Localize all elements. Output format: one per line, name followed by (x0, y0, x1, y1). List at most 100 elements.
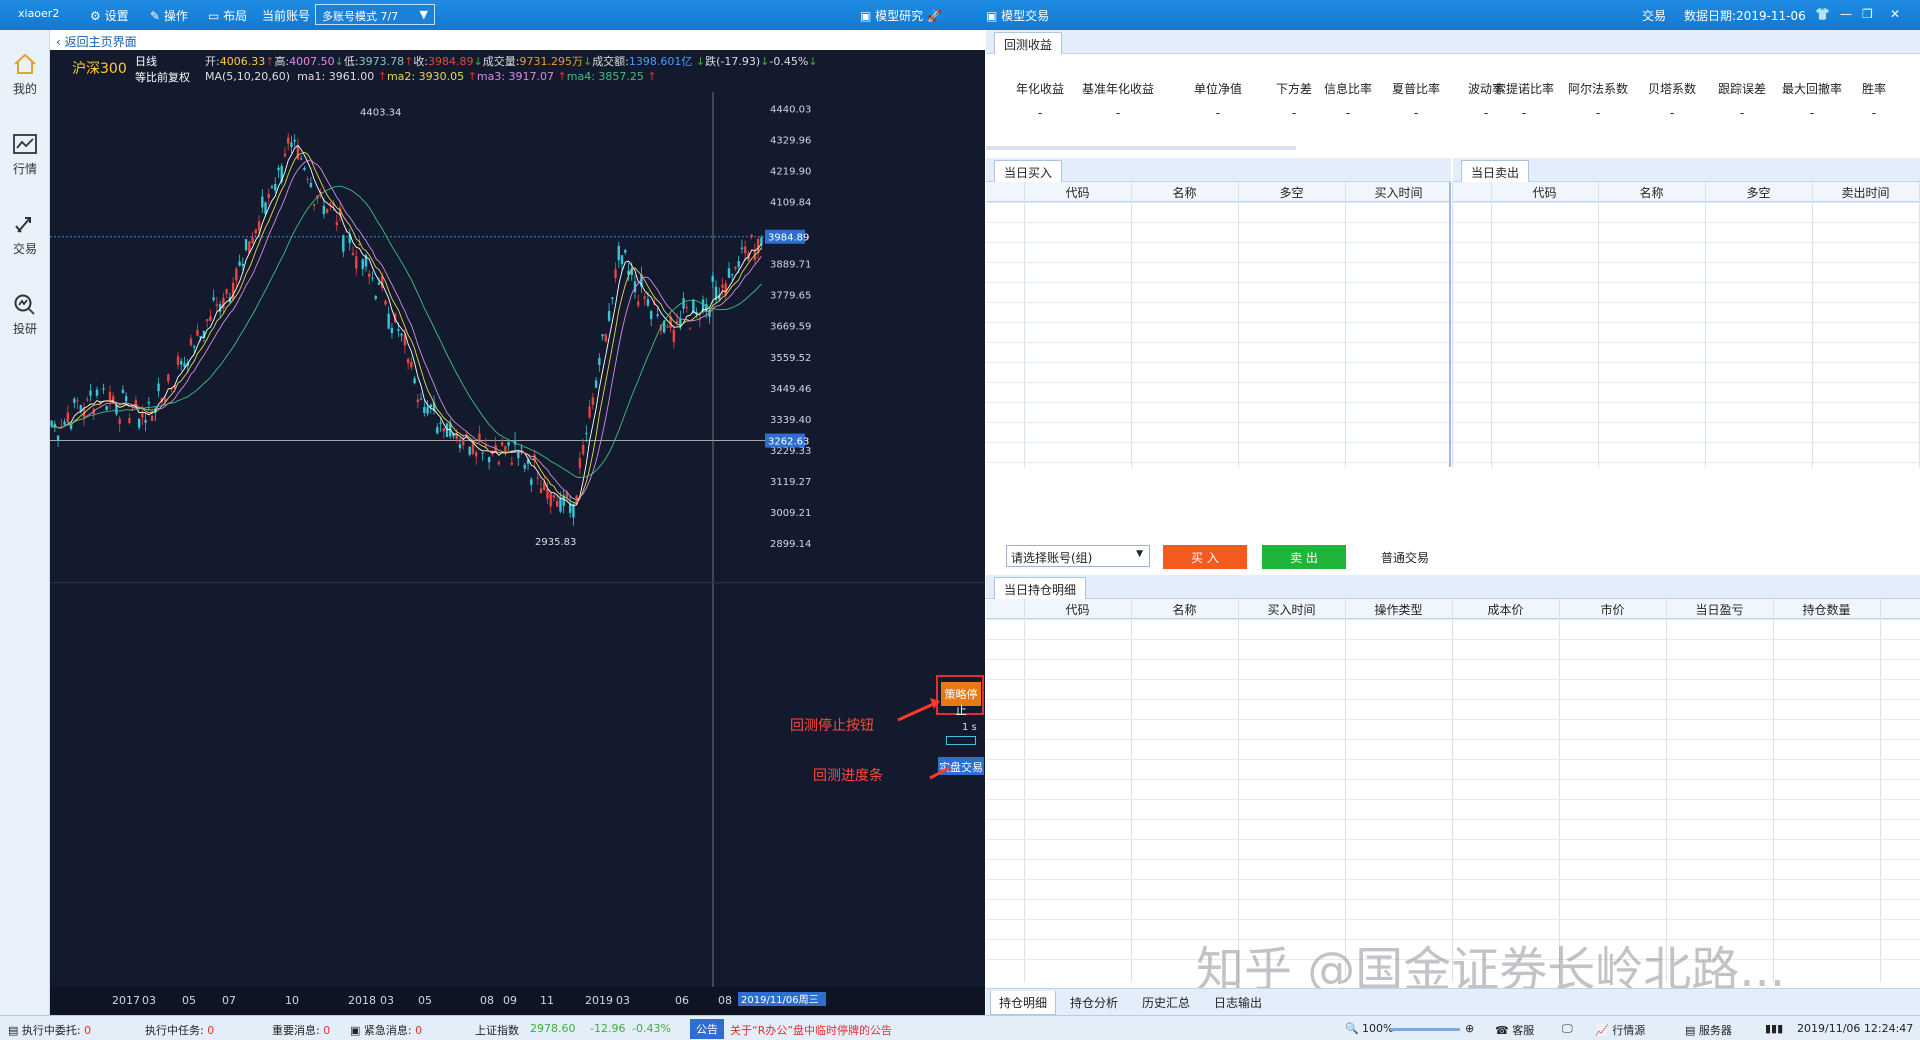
table-row[interactable] (986, 799, 1920, 800)
table-row[interactable] (986, 839, 1920, 840)
table-row[interactable] (986, 382, 1449, 383)
pending-orders[interactable]: ▤ 执行中委托: 0 (8, 1022, 91, 1038)
account-mode-select[interactable]: 多账号模式 7/7 ▼ (315, 4, 435, 25)
monitor-icon[interactable]: 🖵 (1562, 1022, 1573, 1036)
zoom-slider[interactable] (1390, 1028, 1460, 1031)
server-link[interactable]: ▤ 服务器 (1685, 1022, 1732, 1038)
kline-svg[interactable]: 4440.03 4329.96 4219.90 4109.84 3889.71 3779.… (50, 92, 985, 1015)
table-row[interactable] (986, 442, 1449, 443)
column-header[interactable]: 买入时间 (1238, 601, 1345, 618)
column-header[interactable]: 多空 (1705, 184, 1812, 201)
model-research-tab[interactable]: ▣ 模型研究 🚀 (860, 7, 942, 24)
table-row[interactable] (1453, 442, 1920, 443)
table-row[interactable] (986, 639, 1920, 640)
settings-menu[interactable]: ⚙ 设置 (90, 7, 129, 24)
table-row[interactable] (986, 619, 1920, 620)
table-row[interactable] (1453, 382, 1920, 383)
tab-analysis[interactable]: 持仓分析 (1062, 991, 1126, 1014)
table-row[interactable] (986, 462, 1449, 463)
table-row[interactable] (986, 879, 1920, 880)
service-link[interactable]: ☎ 客服 (1495, 1022, 1534, 1038)
column-header[interactable]: 当日盈亏 (1666, 601, 1773, 618)
operate-menu[interactable]: ✎ 操作 (150, 7, 188, 24)
normal-trade-link[interactable]: 普通交易 (1381, 549, 1429, 566)
buy-button[interactable]: 买 入 (1163, 545, 1247, 569)
important-messages[interactable]: 重要消息: 0 (272, 1022, 330, 1038)
table-row[interactable] (1453, 322, 1920, 323)
layout-menu[interactable]: ▭ 布局 (208, 7, 247, 24)
table-row[interactable] (986, 919, 1920, 920)
table-row[interactable] (1453, 462, 1920, 463)
nav-trade[interactable]: 交易 (0, 200, 50, 270)
table-row[interactable] (986, 819, 1920, 820)
tab-today-buy[interactable]: 当日买入 (994, 160, 1063, 182)
zoom-out-icon[interactable]: 🔍 (1345, 1022, 1359, 1035)
table-row[interactable] (1453, 362, 1920, 363)
quote-source-link[interactable]: 📈 行情源 (1595, 1022, 1645, 1038)
column-header[interactable]: 卖出时间 (1812, 184, 1919, 201)
table-row[interactable] (986, 262, 1449, 263)
column-header[interactable]: 持仓数量 (1773, 601, 1880, 618)
nav-quotes[interactable]: 行情 (0, 120, 50, 190)
table-row[interactable] (986, 719, 1920, 720)
back-to-home-link[interactable]: ‹ 返回主页界面 (50, 30, 985, 50)
table-row[interactable] (1453, 402, 1920, 403)
restore-icon[interactable]: ❐ (1862, 7, 1873, 21)
model-trade-tab[interactable]: ▣ 模型交易 (986, 7, 1049, 24)
running-tasks[interactable]: 执行中任务: 0 (145, 1022, 214, 1038)
shirt-icon[interactable]: 👕 (1815, 7, 1830, 21)
table-row[interactable] (1453, 422, 1920, 423)
column-header[interactable]: 多空 (1238, 184, 1345, 201)
column-header[interactable]: 代码 (1024, 601, 1131, 618)
tab-log[interactable]: 日志输出 (1206, 991, 1270, 1014)
table-row[interactable] (986, 342, 1449, 343)
account-select[interactable]: 请选择账号(组) ▼ (1006, 545, 1150, 567)
table-row[interactable] (986, 202, 1449, 203)
column-header[interactable]: 代码 (1491, 184, 1598, 201)
trade-menu[interactable]: 交易 (1642, 7, 1666, 24)
table-row[interactable] (986, 699, 1920, 700)
column-header[interactable]: 操作类型 (1345, 601, 1452, 618)
table-row[interactable] (986, 859, 1920, 860)
table-row[interactable] (986, 242, 1449, 243)
zoom-in-icon[interactable]: ⊕ (1465, 1022, 1474, 1035)
metrics-scrollbar[interactable] (986, 146, 1296, 150)
table-row[interactable] (1453, 262, 1920, 263)
table-row[interactable] (1453, 202, 1920, 203)
column-header[interactable]: 成本价 (1452, 601, 1559, 618)
table-row[interactable] (1453, 222, 1920, 223)
table-row[interactable] (986, 322, 1449, 323)
table-row[interactable] (986, 759, 1920, 760)
table-row[interactable] (986, 402, 1449, 403)
column-header[interactable]: 名称 (1131, 184, 1238, 201)
sell-button[interactable]: 卖 出 (1262, 545, 1346, 569)
tab-today-positions[interactable]: 当日持仓明细 (994, 577, 1087, 599)
column-header[interactable]: 买入时间 (1345, 184, 1452, 201)
table-row[interactable] (986, 222, 1449, 223)
notice-text[interactable]: 关于“R办公”盘中临时停牌的公告 (730, 1022, 892, 1038)
tab-positions[interactable]: 持仓明细 (990, 991, 1057, 1015)
tab-backtest-returns[interactable]: 回测收益 (994, 32, 1063, 54)
table-row[interactable] (1453, 342, 1920, 343)
nav-research[interactable]: 投研 (0, 280, 50, 350)
table-row[interactable] (986, 362, 1449, 363)
table-row[interactable] (986, 422, 1449, 423)
minimize-icon[interactable]: — (1840, 7, 1852, 21)
table-row[interactable] (986, 679, 1920, 680)
table-row[interactable] (986, 739, 1920, 740)
tab-today-sell[interactable]: 当日卖出 (1461, 160, 1530, 182)
table-row[interactable] (986, 899, 1920, 900)
table-row[interactable] (1453, 282, 1920, 283)
column-header[interactable]: 市价 (1559, 601, 1666, 618)
column-header[interactable]: 名称 (1131, 601, 1238, 618)
urgent-messages[interactable]: ▣ 紧急消息: 0 (350, 1022, 422, 1038)
column-header[interactable]: 代码 (1024, 184, 1131, 201)
table-row[interactable] (986, 779, 1920, 780)
nav-mine[interactable]: 我的 (0, 40, 50, 110)
table-row[interactable] (1453, 242, 1920, 243)
table-row[interactable] (986, 659, 1920, 660)
table-row[interactable] (986, 282, 1449, 283)
column-header[interactable]: 名称 (1598, 184, 1705, 201)
table-row[interactable] (1453, 302, 1920, 303)
tab-history[interactable]: 历史汇总 (1134, 991, 1198, 1014)
